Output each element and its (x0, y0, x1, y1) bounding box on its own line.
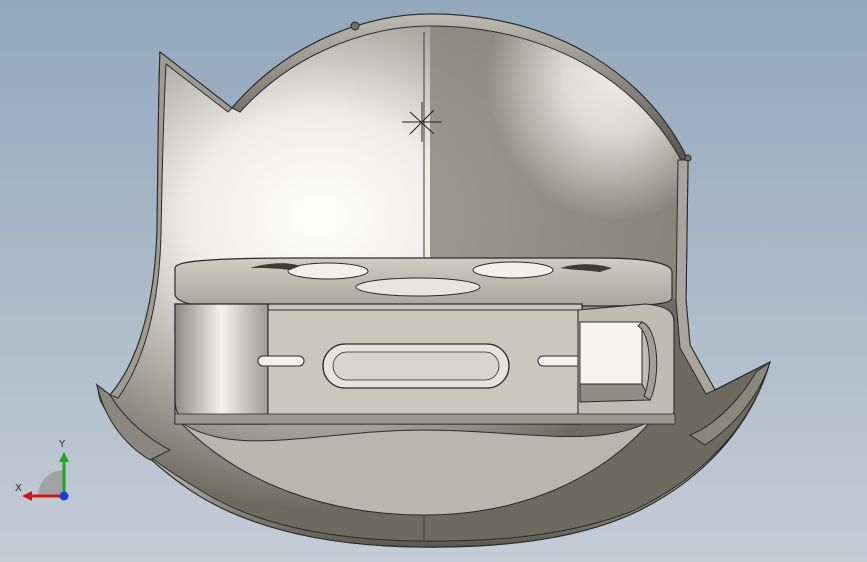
view-orientation-triad[interactable]: Y X (10, 439, 80, 510)
graphics-viewport[interactable]: Y X (0, 0, 867, 562)
plate-hole-center (355, 277, 481, 297)
plate-hole-left (287, 262, 369, 280)
bowl-right-highlight (430, 14, 688, 300)
right-pin (684, 154, 692, 162)
plate-hole-right (472, 261, 554, 279)
bracket-bottom-edge (174, 413, 676, 425)
front-small-slot-left (257, 355, 305, 367)
bracket-right-window (579, 321, 643, 385)
top-knob (350, 21, 360, 31)
front-long-slot-inner (332, 351, 500, 381)
bracket-right-lower-lip (579, 383, 651, 403)
front-small-slot-right (537, 355, 585, 367)
y-axis-label: Y (59, 439, 66, 450)
x-axis-label: X (15, 483, 22, 494)
triad-axes-icon (22, 452, 69, 501)
3d-model-view[interactable] (0, 0, 867, 562)
bracket-left-end (174, 303, 269, 425)
